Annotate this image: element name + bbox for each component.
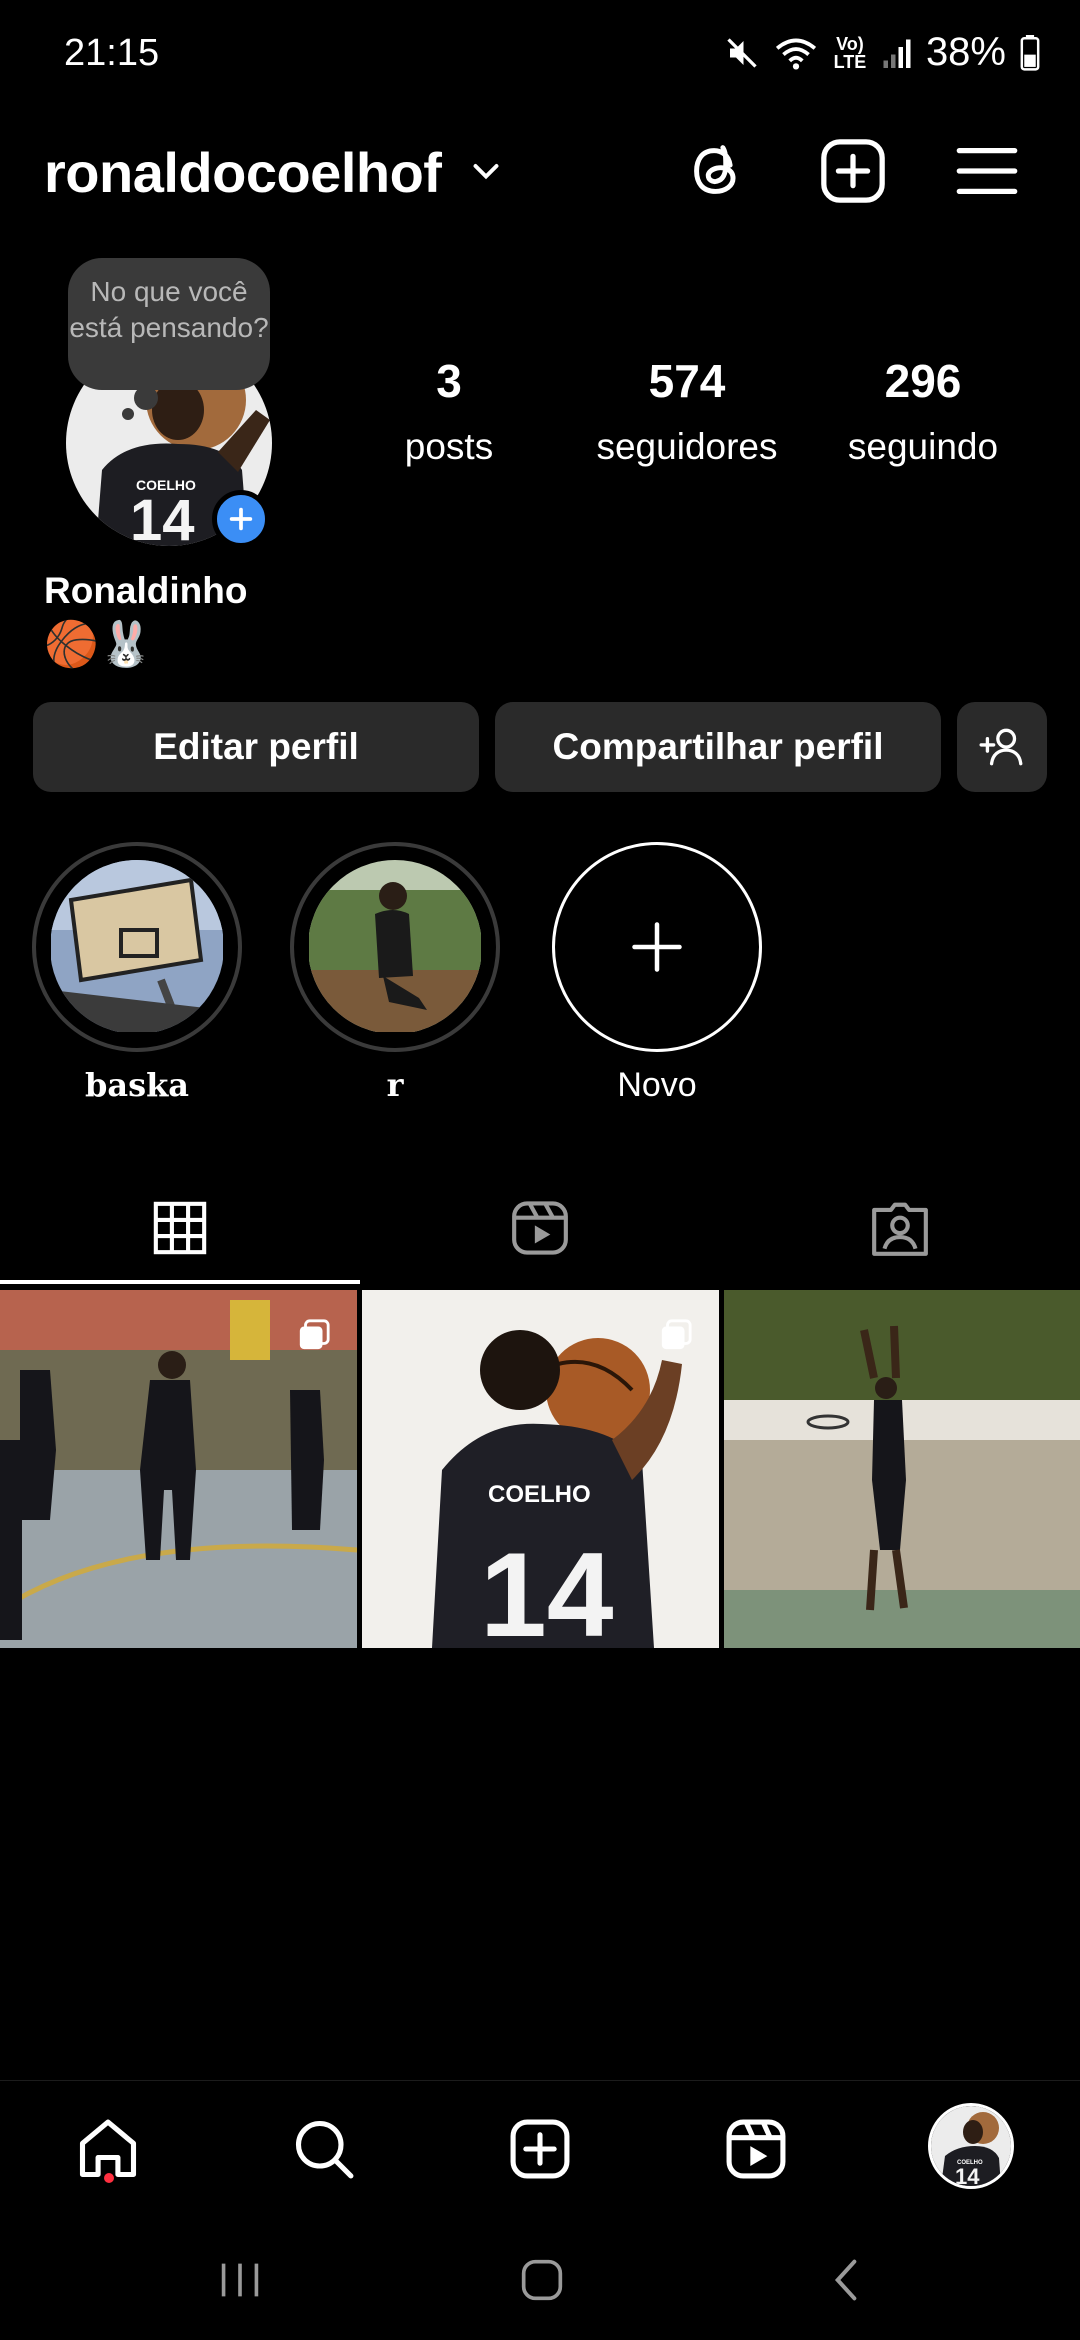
tab-reels[interactable] [360,1170,720,1286]
tab-indicator [0,1280,360,1284]
post-thumbnail-3[interactable] [724,1290,1080,1648]
plus-icon [229,507,253,531]
recents-icon [221,2263,259,2297]
svg-text:COELHO: COELHO [488,1481,591,1508]
reels-icon [512,1201,568,1255]
nav-reels[interactable] [716,2109,796,2189]
status-icons: Vo) LTE 38% [724,30,1040,75]
highlight-label: r [386,1066,404,1104]
nav-profile-avatar[interactable]: COELHO 14 [928,2103,1014,2189]
multi-post-icon [299,1319,330,1350]
signal-icon [883,39,911,68]
add-person-icon [979,728,1023,766]
reels-icon [726,2119,786,2179]
notification-dot [104,2173,114,2183]
highlight-ring [290,842,500,1052]
highlight-cover-baska [50,860,224,1034]
note-bubble[interactable]: No que você está pensando? [68,258,270,390]
username-switcher[interactable]: ronaldocoelhof [44,140,442,205]
home-icon [521,2259,563,2301]
back-button[interactable] [806,2250,886,2310]
new-highlight-circle [552,842,762,1052]
profile-name: Ronaldinho [44,570,248,611]
post-thumbnail-2[interactable]: COELHO 14 [362,1290,719,1648]
multi-post-icon [661,1319,692,1350]
wifi-icon [775,38,817,69]
status-bar: 21:15 Vo) LTE 38% [0,0,1080,110]
stat-followers[interactable]: 574 seguidores [582,354,792,468]
discover-people-button[interactable] [957,702,1047,792]
tab-grid[interactable] [0,1170,360,1286]
nav-search[interactable] [284,2109,364,2189]
plus-icon [632,922,682,972]
share-profile-button[interactable]: Compartilhar perfil [495,702,941,792]
battery-percent: 38% [925,30,1006,74]
threads-icon[interactable] [682,136,752,206]
highlight-cover-r [308,860,482,1034]
create-icon [510,2119,570,2179]
chevron-down-icon[interactable] [468,154,504,190]
recents-button[interactable] [200,2250,280,2310]
create-post-icon[interactable] [818,136,888,206]
stat-following-value: 296 [884,355,962,407]
stat-posts-value: 3 [436,355,462,407]
battery-icon [1020,34,1040,71]
tagged-icon [872,1202,928,1256]
add-story-button[interactable] [212,490,270,548]
nav-create[interactable] [500,2109,580,2189]
tab-tagged[interactable] [720,1170,1080,1286]
edit-profile-button[interactable]: Editar perfil [33,702,479,792]
note-bubble-tail [134,386,158,410]
menu-icon[interactable] [952,136,1022,206]
stat-following[interactable]: 296 seguindo [818,354,1028,468]
home-button[interactable] [502,2250,582,2310]
highlight-label: baska [84,1066,190,1104]
grid-icon [153,1201,207,1255]
svg-text:14: 14 [480,1528,614,1648]
volte-icon: Vo) LTE [833,33,867,72]
back-icon [834,2259,857,2301]
stat-posts[interactable]: 3 posts [344,354,554,468]
bottom-nav: COELHO 14 [0,2080,1080,2210]
mute-icon [727,37,757,68]
system-nav-bar [0,2210,1080,2340]
profile-tabs [0,1170,1080,1286]
svg-text:14: 14 [130,488,195,546]
stat-followers-value: 574 [648,355,726,407]
highlight-r[interactable]: r [290,842,500,1104]
svg-text:14: 14 [955,2164,980,2186]
stat-following-label: seguindo [847,426,999,467]
stat-followers-label: seguidores [596,426,778,467]
status-time: 21:15 [64,32,160,74]
highlight-label: Novo [617,1066,697,1104]
highlight-baska[interactable]: baska [32,842,242,1104]
highlight-new[interactable]: Novo [552,842,762,1105]
profile-bio: 🏀🐰 [44,620,154,669]
note-bubble-tail-small [122,408,134,420]
post-thumbnail-1[interactable] [0,1290,357,1648]
highlight-ring [32,842,242,1052]
stat-posts-label: posts [404,426,494,467]
profile-header: ronaldocoelhof [0,120,1080,220]
posts-grid: COELHO 14 [0,1290,1080,1648]
search-icon [295,2120,354,2179]
